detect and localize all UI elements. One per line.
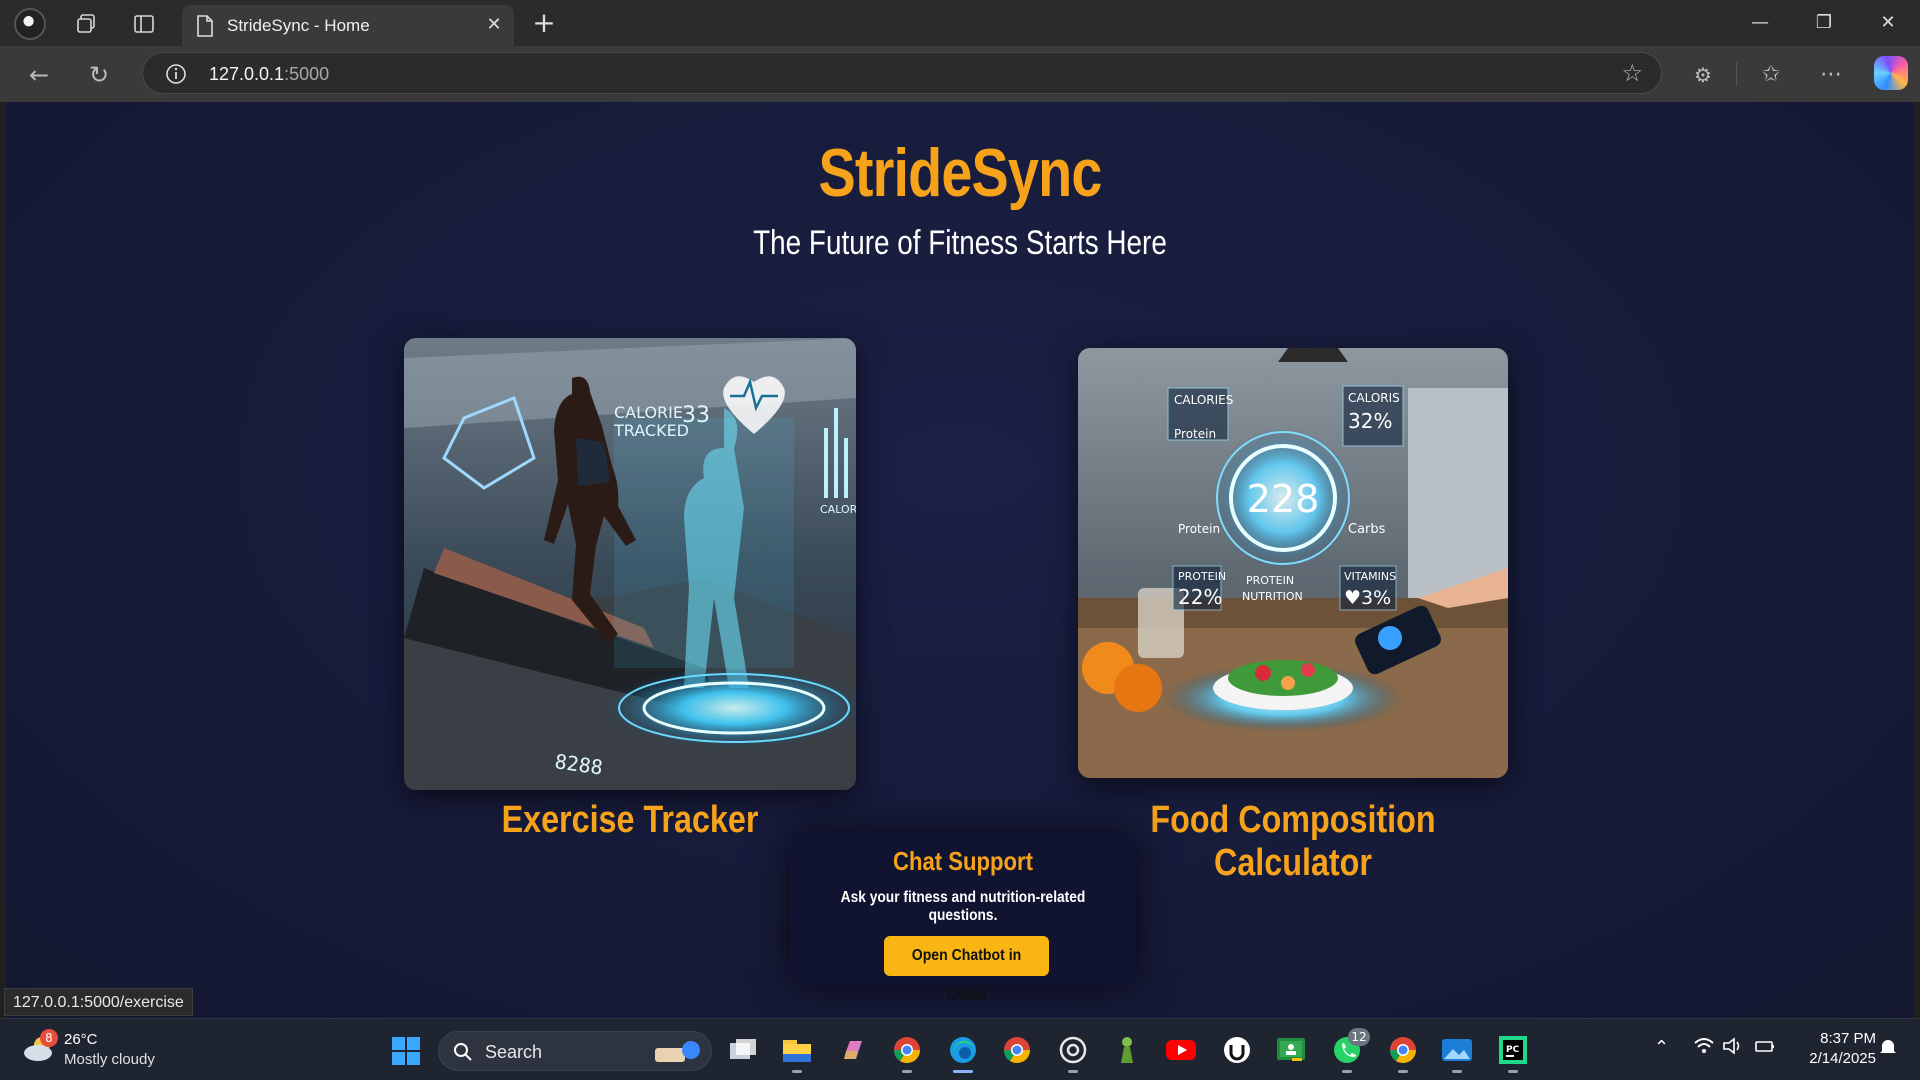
svg-text:♥3%: ♥3% xyxy=(1344,587,1391,609)
svg-text:Carbs: Carbs xyxy=(1348,522,1386,537)
volume-icon[interactable] xyxy=(1722,1037,1742,1060)
svg-text:PROTEIN: PROTEIN xyxy=(1246,574,1294,587)
svg-text:PC: PC xyxy=(1506,1045,1520,1055)
food-illustration: 228 CALORIES Protein CALORIS 32% Protein… xyxy=(1078,348,1508,778)
copilot-app-icon[interactable] xyxy=(836,1033,870,1067)
edge-icon[interactable] xyxy=(946,1033,980,1073)
svg-text:CALORIS: CALORIS xyxy=(1348,391,1400,405)
workspaces-icon[interactable] xyxy=(70,8,102,40)
whatsapp-badge: 12 xyxy=(1348,1028,1370,1046)
clock-time: 8:37 PM xyxy=(1820,1030,1876,1047)
chat-support-description: Ask your fitness and nutrition-related q… xyxy=(840,889,1086,924)
chess-icon[interactable] xyxy=(1110,1033,1144,1067)
brand-title: StrideSync xyxy=(818,135,1102,211)
chatgpt-icon[interactable] xyxy=(1056,1033,1090,1073)
battery-icon[interactable] xyxy=(1754,1037,1776,1060)
open-chatbot-button[interactable]: Open Chatbot in Colab xyxy=(884,936,1049,1004)
udemy-icon[interactable] xyxy=(1220,1033,1254,1067)
clock[interactable]: 8:37 PM 2/14/2025 xyxy=(1792,1029,1876,1069)
minimize-button[interactable]: — xyxy=(1740,8,1780,38)
refresh-button[interactable]: ↻ xyxy=(82,58,116,92)
start-button[interactable] xyxy=(392,1037,420,1065)
svg-text:TRACKED: TRACKED xyxy=(613,421,689,440)
svg-text:CALORIES: CALORIES xyxy=(1174,393,1233,407)
youtube-icon[interactable] xyxy=(1164,1033,1198,1067)
chrome-icon-2[interactable] xyxy=(1000,1033,1034,1067)
new-tab-button[interactable]: + xyxy=(528,8,560,40)
svg-text:32%: 32% xyxy=(1348,409,1392,433)
exercise-tracker-title[interactable]: Exercise Tracker xyxy=(438,799,822,842)
taskbar: 8 26°C Mostly cloudy Search PC ⌃ 8:37 PM… xyxy=(0,1018,1920,1080)
weather-temperature[interactable]: 26°C xyxy=(64,1031,98,1048)
svg-text:22%: 22% xyxy=(1178,585,1222,609)
toolbar-divider xyxy=(1736,62,1737,86)
weather-condition[interactable]: Mostly cloudy xyxy=(64,1051,155,1068)
tab-stridesync[interactable]: StrideSync - Home ✕ xyxy=(182,5,514,46)
browser-tab-bar: StrideSync - Home ✕ + — ❐ ✕ xyxy=(0,0,1920,46)
svg-text:Protein: Protein xyxy=(1178,522,1220,536)
chrome-icon-1[interactable] xyxy=(890,1033,924,1073)
address-bar[interactable]: 127.0.0.1:5000 ☆ xyxy=(142,52,1662,94)
svg-text:Protein: Protein xyxy=(1174,427,1216,441)
pycharm-icon[interactable]: PC xyxy=(1496,1033,1530,1073)
url-text: 127.0.0.1:5000 xyxy=(209,64,330,84)
calorie-tracked-label: CALORIE xyxy=(614,403,683,422)
more-options-icon[interactable]: ⋯ xyxy=(1814,58,1848,92)
search-label: Search xyxy=(485,1042,543,1062)
chat-support-panel: Chat Support Ask your fitness and nutrit… xyxy=(790,833,1136,1004)
svg-text:NUTRITION: NUTRITION xyxy=(1242,590,1303,603)
weather-badge: 8 xyxy=(40,1029,58,1047)
copilot-icon[interactable] xyxy=(1874,56,1908,90)
classroom-icon[interactable] xyxy=(1274,1033,1308,1067)
back-button[interactable]: ← xyxy=(22,58,56,92)
svg-text:CALORIE: CALORIE xyxy=(820,503,856,516)
file-explorer-icon[interactable] xyxy=(780,1033,814,1073)
chrome-icon-3[interactable] xyxy=(1386,1033,1420,1073)
restore-button[interactable]: ❐ xyxy=(1804,8,1844,38)
svg-text:PROTEIN: PROTEIN xyxy=(1178,570,1226,583)
photos-icon[interactable] xyxy=(1440,1033,1474,1073)
food-calculator-title[interactable]: Food Composition Calculator xyxy=(1093,799,1493,885)
exercise-illustration: CALORIE TRACKED 33 CALORIE 8288 xyxy=(404,338,856,790)
search-highlight-icon xyxy=(655,1041,700,1062)
food-calculator-image[interactable]: 228 CALORIES Protein CALORIS 32% Protein… xyxy=(1078,348,1508,778)
extensions-icon[interactable]: ⚙ xyxy=(1686,58,1720,92)
chat-support-title: Chat Support xyxy=(893,846,1033,876)
page-icon xyxy=(197,15,213,37)
show-hidden-icons-button[interactable]: ⌃ xyxy=(1654,1037,1669,1058)
clock-date: 2/14/2025 xyxy=(1809,1050,1876,1067)
page-content: StrideSync The Future of Fitness Starts … xyxy=(6,102,1914,1018)
task-view-icon[interactable] xyxy=(726,1033,760,1067)
favorite-star-icon[interactable]: ☆ xyxy=(1621,59,1643,87)
svg-text:33: 33 xyxy=(682,403,710,428)
exercise-tracker-image[interactable]: CALORIE TRACKED 33 CALORIE 8288 xyxy=(404,338,856,790)
address-bar-row: ← ↻ 127.0.0.1:5000 ☆ ⚙ ✩ ⋯ xyxy=(0,46,1920,102)
taskbar-search[interactable]: Search xyxy=(438,1031,712,1071)
link-status-url: 127.0.0.1:5000/exercise xyxy=(4,988,193,1016)
calorie-center-value: 228 xyxy=(1247,477,1320,521)
favorites-icon[interactable]: ✩ xyxy=(1754,58,1788,92)
screen: StrideSync - Home ✕ + — ❐ ✕ ← ↻ 127.0.0.… xyxy=(0,0,1920,1080)
svg-text:VITAMINS: VITAMINS xyxy=(1344,570,1396,583)
notifications-icon[interactable] xyxy=(1878,1037,1898,1062)
close-tab-icon[interactable]: ✕ xyxy=(484,15,504,35)
search-icon xyxy=(454,1043,472,1061)
close-window-button[interactable]: ✕ xyxy=(1868,8,1908,38)
vertical-tabs-icon[interactable] xyxy=(128,8,160,40)
tagline: The Future of Fitness Starts Here xyxy=(753,224,1167,262)
wifi-icon[interactable] xyxy=(1694,1037,1714,1060)
profile-avatar[interactable] xyxy=(14,8,46,40)
site-info-icon[interactable] xyxy=(165,63,187,85)
tab-title: StrideSync - Home xyxy=(227,16,370,35)
